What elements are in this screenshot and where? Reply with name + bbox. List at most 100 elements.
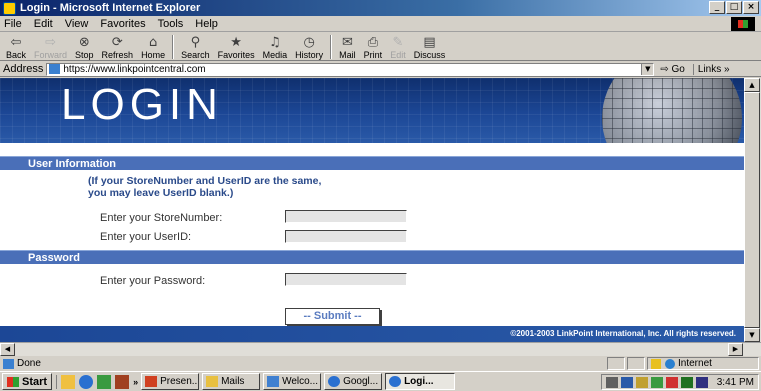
scroll-up-icon[interactable]: ▲ — [744, 78, 760, 92]
refresh-button[interactable]: ⟳ Refresh — [98, 33, 138, 61]
task-label: Mails — [221, 376, 245, 387]
volume-icon[interactable] — [635, 376, 648, 388]
password-input[interactable] — [285, 273, 407, 286]
forward-label: Forward — [34, 50, 68, 60]
menu-tools[interactable]: Tools — [158, 18, 184, 30]
toolbar-separator — [330, 35, 333, 59]
edit-icon: ✎ — [392, 35, 404, 50]
back-arrow-icon: ⇦ — [10, 35, 22, 50]
print-button[interactable]: ⎙ Print — [360, 33, 387, 61]
forward-arrow-icon: ⇨ — [45, 35, 56, 50]
status-bar: Done Internet — [0, 356, 761, 371]
media-icon: ♫ — [269, 35, 281, 50]
menu-help[interactable]: Help — [195, 18, 218, 30]
scroll-down-icon[interactable]: ▼ — [744, 328, 760, 342]
quick-launch-more-button[interactable]: » — [133, 377, 138, 387]
search-icon: ⚲ — [190, 35, 201, 50]
taskbar-item-google[interactable]: Googl... — [324, 373, 383, 390]
status-text: Done — [17, 358, 41, 369]
globe-graphic — [602, 78, 742, 143]
menu-view[interactable]: View — [65, 18, 89, 30]
start-button[interactable]: Start — [2, 373, 53, 390]
zone-label: Internet — [678, 358, 712, 369]
discuss-label: Discuss — [413, 50, 446, 60]
windows-flag-icon — [7, 376, 19, 387]
close-button[interactable]: × — [743, 1, 759, 14]
ie-icon[interactable] — [79, 374, 94, 389]
note-line-1: (If your StoreNumber and UserID are the … — [88, 175, 322, 187]
folder-icon — [206, 376, 219, 387]
scroll-right-icon[interactable]: ▶ — [728, 343, 743, 356]
history-label: History — [295, 50, 324, 60]
discuss-button[interactable]: ▤ Discuss — [410, 33, 450, 61]
chevron-down-icon[interactable]: ▼ — [641, 63, 654, 75]
address-input[interactable]: https://www.linkpointcentral.com ▼ — [46, 62, 655, 76]
back-label: Back — [6, 50, 27, 60]
note-line-2: you may leave UserID blank.) — [88, 187, 234, 199]
tray-app-icon[interactable] — [665, 376, 678, 388]
stop-button[interactable]: ⊗ Stop — [71, 33, 98, 61]
mail-icon — [267, 376, 280, 387]
minimize-button[interactable]: _ — [709, 1, 725, 14]
scroll-left-icon[interactable]: ◀ — [0, 343, 15, 356]
banner-title: LOGIN — [61, 80, 223, 129]
network-icon[interactable] — [620, 376, 633, 388]
password-header: Password — [0, 250, 744, 264]
task-label: Welco... — [282, 376, 319, 387]
tray-app-icon[interactable] — [650, 376, 663, 388]
start-label: Start — [22, 375, 48, 388]
taskbar-item-login[interactable]: Logi... — [385, 373, 456, 390]
copyright-footer: ©2001-2003 LinkPoint International, Inc.… — [0, 326, 744, 342]
windows-taskbar: Start » Presen... Mails Welco... Googl..… — [0, 371, 761, 391]
taskbar-item-welcome[interactable]: Welco... — [263, 373, 322, 390]
submit-button[interactable]: -- Submit -- — [285, 308, 380, 325]
go-button[interactable]: ⇨ Go — [660, 64, 685, 75]
status-panels: Internet — [607, 357, 759, 370]
password-label: Enter your Password: — [100, 275, 206, 287]
vertical-scrollbar[interactable]: ▲ ▼ — [744, 78, 761, 342]
taskbar-item-presentation[interactable]: Presen... — [141, 373, 200, 390]
media-button[interactable]: ♫ Media — [259, 33, 292, 61]
status-panel — [607, 357, 625, 370]
home-icon: ⌂ — [148, 35, 158, 50]
refresh-label: Refresh — [101, 50, 134, 60]
history-icon: ◷ — [303, 35, 315, 50]
favorites-button[interactable]: ★ Favorites — [214, 33, 259, 61]
ie-app-icon — [3, 1, 16, 15]
print-label: Print — [363, 50, 383, 60]
menu-favorites[interactable]: Favorites — [100, 18, 145, 30]
window-title: Login - Microsoft Internet Explorer — [20, 2, 201, 14]
menu-file[interactable]: File — [4, 18, 22, 30]
mail-icon: ✉ — [341, 35, 353, 50]
media-player-icon[interactable] — [115, 374, 130, 389]
history-button[interactable]: ◷ History — [291, 33, 327, 61]
taskbar-item-mails[interactable]: Mails — [202, 373, 261, 390]
favorites-label: Favorites — [217, 50, 255, 60]
tray-app-icon[interactable] — [605, 376, 618, 388]
search-button[interactable]: ⚲ Search — [177, 33, 214, 61]
stop-icon: ⊗ — [78, 35, 90, 50]
forward-button[interactable]: ⇨ Forward — [30, 33, 71, 61]
store-number-input[interactable] — [285, 210, 407, 223]
refresh-icon: ⟳ — [111, 35, 123, 50]
home-button[interactable]: ⌂ Home — [137, 33, 169, 61]
favorites-icon: ★ — [230, 35, 242, 50]
userid-input[interactable] — [285, 230, 407, 243]
system-clock[interactable]: 3:41 PM — [717, 377, 754, 388]
back-button[interactable]: ⇦ Back — [2, 33, 30, 61]
horizontal-scrollbar[interactable]: ◀ ▶ — [0, 342, 761, 356]
lock-icon — [651, 358, 661, 369]
go-label: Go — [671, 63, 685, 75]
mail-button[interactable]: ✉ Mail — [335, 33, 360, 61]
desktop-icon[interactable] — [61, 374, 76, 389]
outlook-icon[interactable] — [97, 374, 112, 389]
ie-icon — [328, 376, 341, 387]
links-button[interactable]: Links » — [692, 63, 730, 75]
edit-button[interactable]: ✎ Edit — [386, 33, 410, 61]
tray-app-icon[interactable] — [695, 376, 708, 388]
tray-app-icon[interactable] — [680, 376, 693, 388]
menu-edit[interactable]: Edit — [34, 18, 53, 30]
scrollbar-thumb[interactable] — [744, 92, 760, 328]
maximize-button[interactable]: □ — [726, 1, 742, 14]
media-label: Media — [262, 50, 288, 60]
